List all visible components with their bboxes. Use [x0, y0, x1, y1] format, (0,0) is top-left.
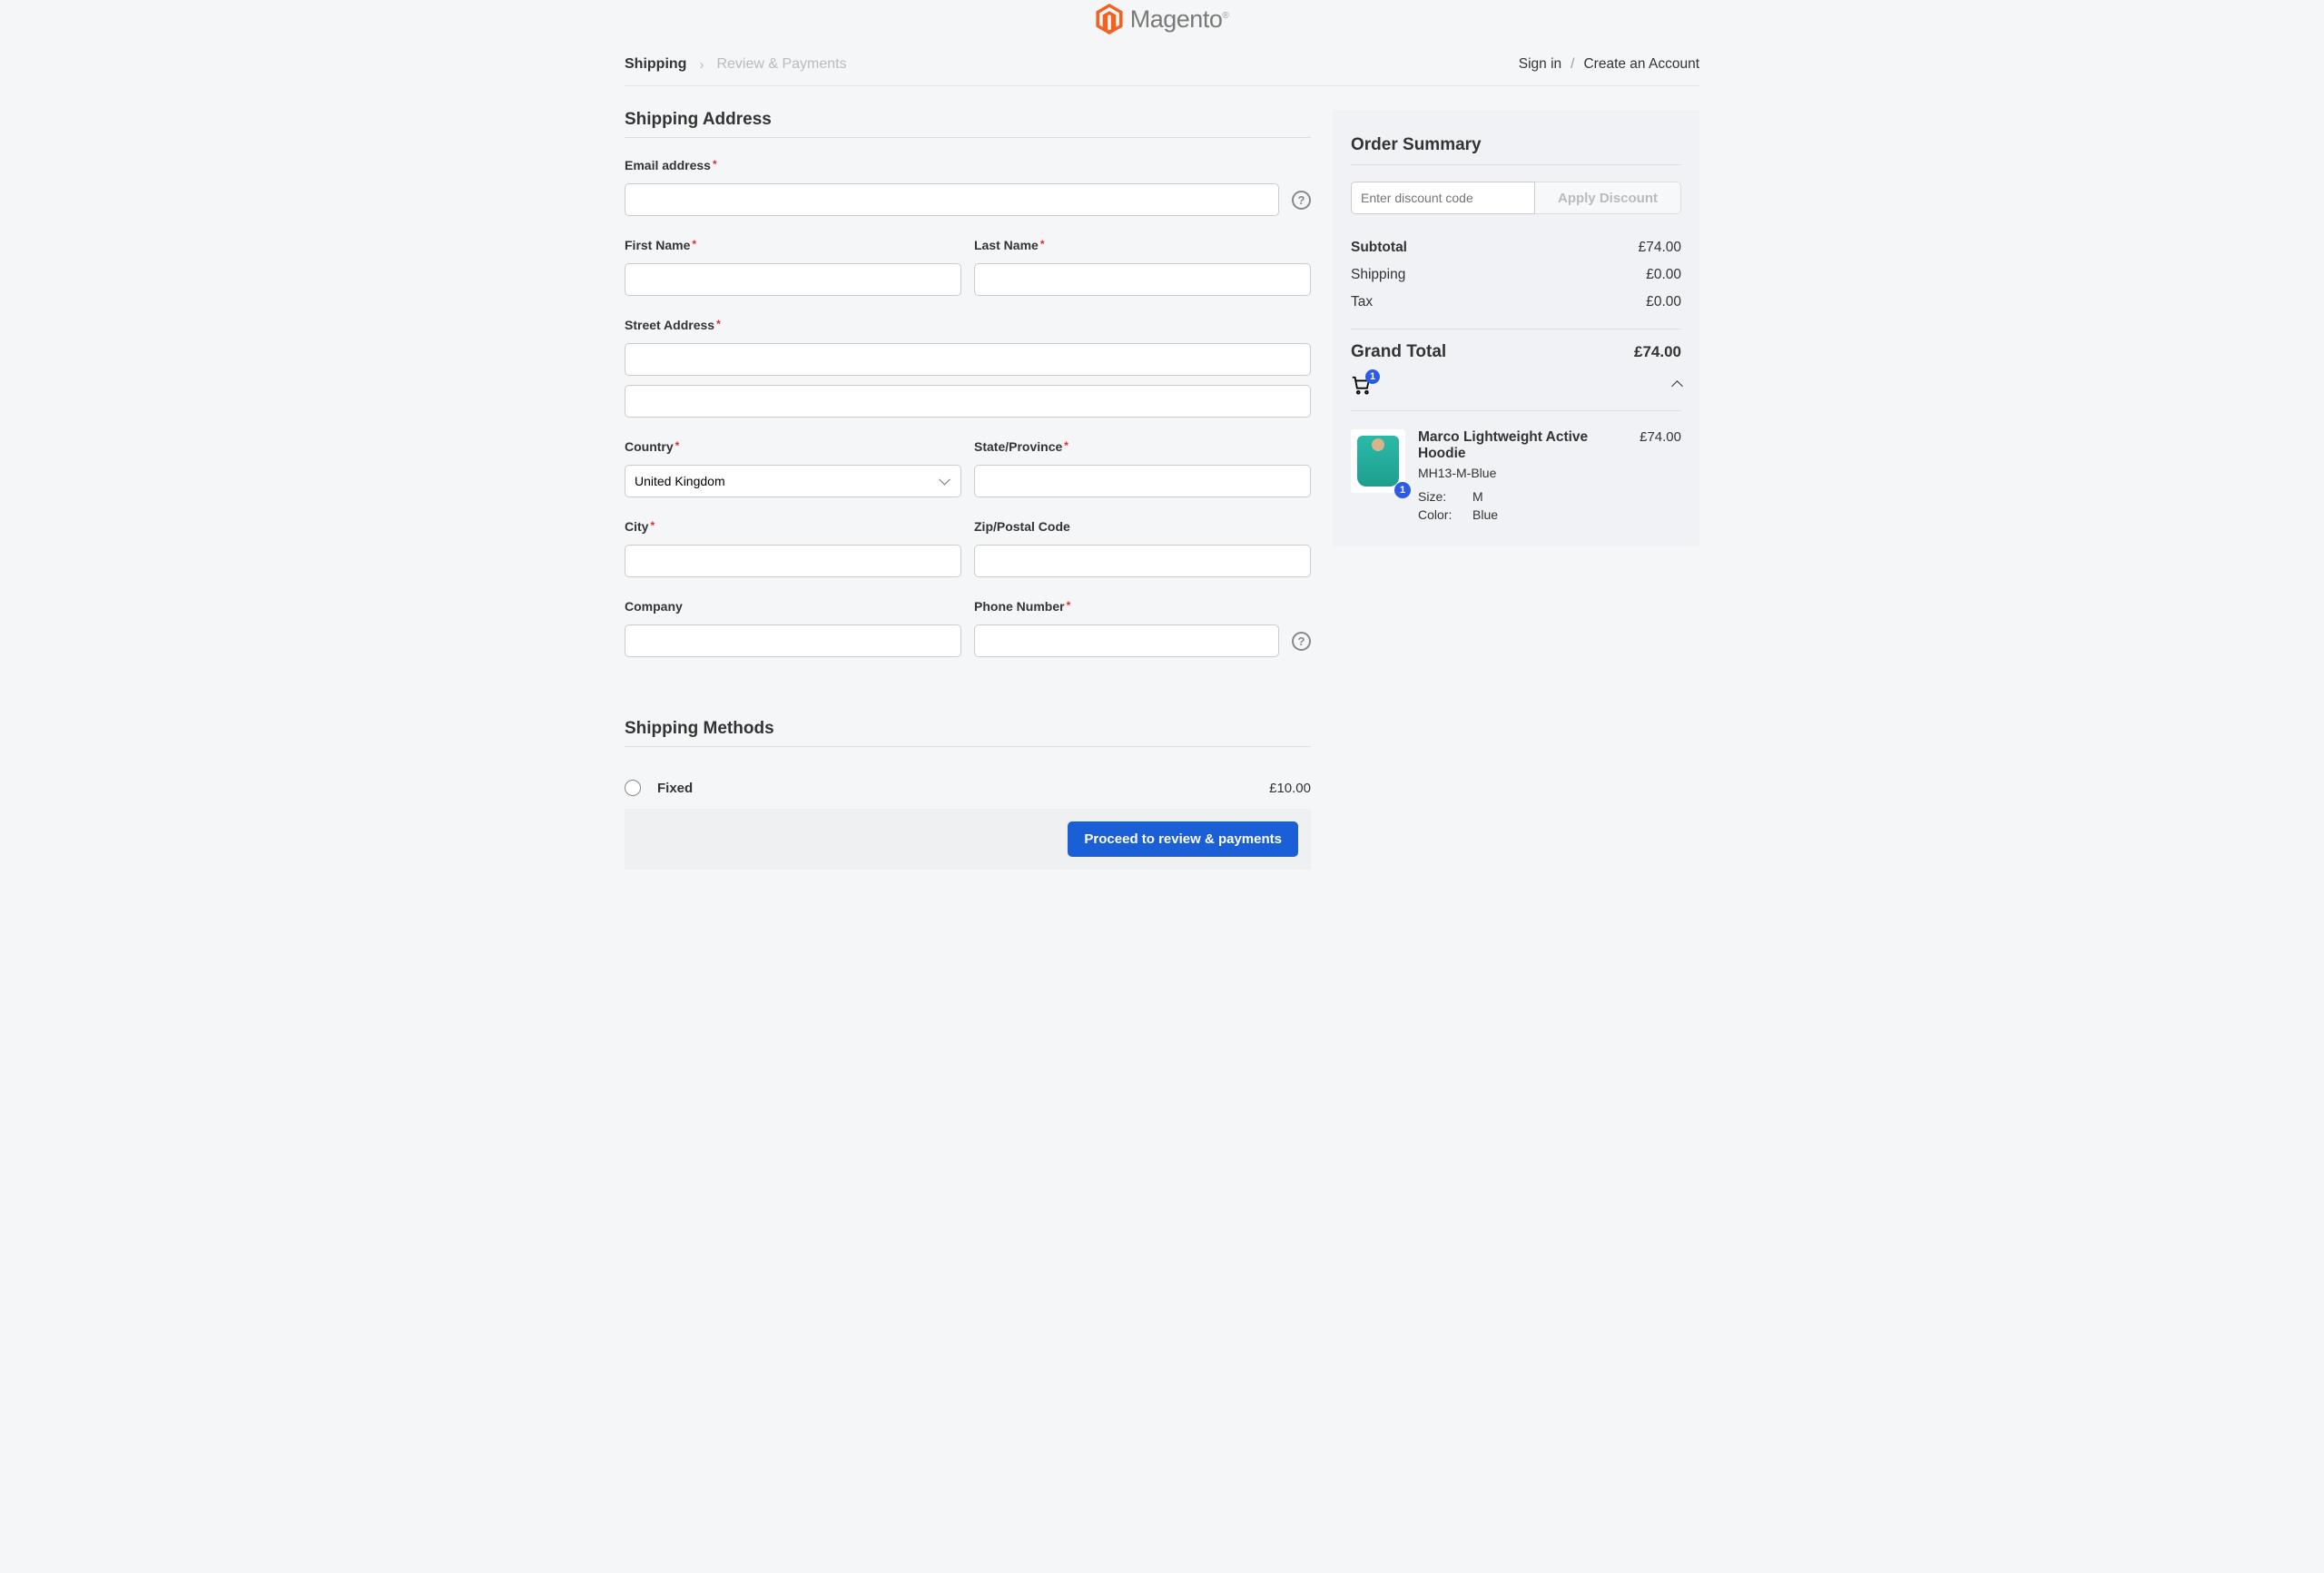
country-label: Country*	[625, 439, 961, 454]
cart-item-color-value: Blue	[1472, 507, 1498, 522]
street-field-2[interactable]	[625, 385, 1311, 418]
grand-total-value: £74.00	[1634, 343, 1681, 361]
country-select[interactable]: United Kingdom	[625, 465, 961, 497]
chevron-up-icon	[1671, 380, 1683, 392]
shipping-methods-title: Shipping Methods	[625, 719, 1311, 747]
city-label: City*	[625, 519, 961, 534]
zip-label: Zip/Postal Code	[974, 519, 1311, 534]
brand-name: Magento®	[1130, 5, 1228, 34]
cart-item-size-value: M	[1472, 489, 1483, 504]
cart-count-badge: 1	[1365, 369, 1380, 384]
breadcrumb: Shipping › Review & Payments	[625, 56, 847, 73]
lastname-label: Last Name*	[974, 238, 1311, 252]
order-summary-title: Order Summary	[1351, 135, 1681, 165]
tax-label: Tax	[1351, 294, 1373, 310]
auth-separator: /	[1571, 56, 1574, 73]
email-field[interactable]	[625, 183, 1279, 216]
chevron-right-icon: ›	[699, 57, 704, 73]
shipping-method-fixed-price: £10.00	[1269, 781, 1311, 796]
subtotal-value: £74.00	[1639, 240, 1681, 256]
cart-item-price: £74.00	[1640, 429, 1681, 462]
tax-value: £0.00	[1646, 294, 1681, 310]
shipping-total-value: £0.00	[1646, 267, 1681, 283]
email-label: Email address*	[625, 158, 1311, 172]
phone-label: Phone Number*	[974, 599, 1311, 614]
proceed-button[interactable]: Proceed to review & payments	[1068, 821, 1298, 857]
state-field[interactable]	[974, 465, 1311, 497]
cart-item-size-label: Size:	[1418, 489, 1456, 504]
cart-item-name: Marco Lightweight Active Hoodie	[1418, 429, 1630, 462]
cart-item: 1 Marco Lightweight Active Hoodie £74.00…	[1351, 429, 1681, 526]
cart-item-thumbnail: 1	[1351, 429, 1405, 493]
shipping-method-fixed-label: Fixed	[657, 781, 693, 796]
state-label: State/Province*	[974, 439, 1311, 454]
breadcrumb-review: Review & Payments	[716, 56, 846, 73]
header-logo: Magento®	[625, 0, 1699, 51]
discount-code-input[interactable]	[1351, 182, 1535, 214]
shipping-address-title: Shipping Address	[625, 110, 1311, 138]
phone-field[interactable]	[974, 624, 1279, 657]
shipping-total-label: Shipping	[1351, 267, 1405, 283]
subtotal-label: Subtotal	[1351, 240, 1407, 256]
lastname-field[interactable]	[974, 263, 1311, 296]
street-label: Street Address*	[625, 318, 1311, 332]
company-label: Company	[625, 599, 961, 614]
grand-total-label: Grand Total	[1351, 342, 1446, 362]
city-field[interactable]	[625, 545, 961, 577]
shipping-method-fixed-radio[interactable]	[625, 780, 641, 796]
help-icon[interactable]: ?	[1292, 632, 1311, 651]
apply-discount-button[interactable]: Apply Discount	[1535, 182, 1681, 214]
cart-items-toggle[interactable]: 1	[1351, 375, 1681, 410]
cart-item-qty-badge: 1	[1394, 482, 1411, 498]
signin-link[interactable]: Sign in	[1519, 56, 1561, 73]
cart-item-color-label: Color:	[1418, 507, 1456, 522]
company-field[interactable]	[625, 624, 961, 657]
firstname-label: First Name*	[625, 238, 961, 252]
help-icon[interactable]: ?	[1292, 191, 1311, 210]
create-account-link[interactable]: Create an Account	[1583, 56, 1699, 73]
magento-icon	[1096, 4, 1123, 34]
cart-item-sku: MH13-M-Blue	[1418, 466, 1681, 480]
street-field-1[interactable]	[625, 343, 1311, 376]
firstname-field[interactable]	[625, 263, 961, 296]
breadcrumb-shipping: Shipping	[625, 56, 686, 73]
zip-field[interactable]	[974, 545, 1311, 577]
